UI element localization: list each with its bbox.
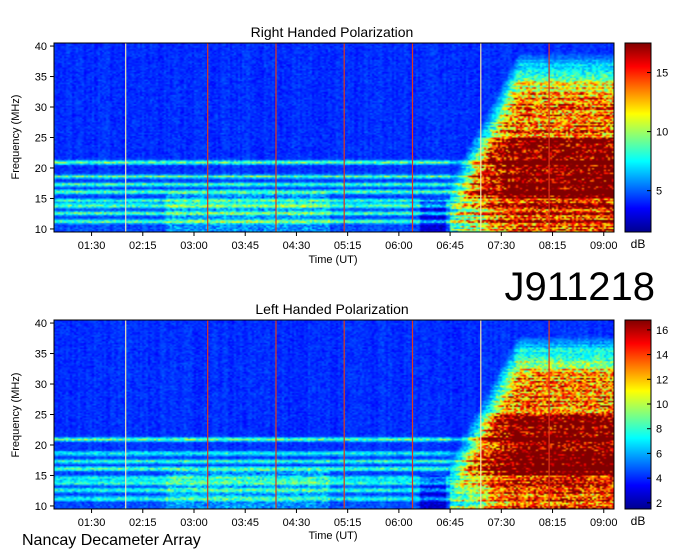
x-tick-label: 06:45 [436, 517, 464, 529]
panel-left-handed: Left Handed Polarization Frequency (MHz)… [10, 301, 668, 542]
chart-title-right: Right Handed Polarization [251, 24, 414, 40]
heatmap-right [53, 42, 615, 233]
colorbar-tick-label: 6 [656, 448, 662, 460]
y-tick-label: 20 [35, 163, 47, 175]
x-tick-label: 05:15 [334, 240, 362, 252]
x-tick-label: 06:00 [385, 517, 413, 529]
x-axis-left: 01:30 02:15 03:00 03:45 04:30 05:15 06:00 06:45… [78, 509, 618, 529]
x-tick-label: 09:00 [590, 517, 618, 529]
x-tick-label: 03:00 [180, 240, 208, 252]
x-tick-label: 07:30 [488, 240, 516, 252]
colorbar-tick-label: 16 [656, 325, 668, 337]
y-axis-label-left: Frequency (MHz) [10, 373, 22, 458]
x-tick-label: 07:30 [488, 517, 516, 529]
x-tick-label: 01:30 [78, 517, 106, 529]
colorbar-gradient-right [624, 42, 652, 233]
x-tick-label: 04:30 [283, 240, 311, 252]
y-tick-label: 25 [35, 410, 47, 422]
colorbar-tick-label: 5 [656, 186, 662, 198]
colorbar-tick-label: 14 [656, 350, 668, 362]
x-tick-label: 08:15 [539, 240, 567, 252]
colorbar-left: 2 4 6 8 10 12 14 16 dB [624, 319, 668, 528]
station-name: Nancay Decameter Array [22, 532, 201, 549]
colorbar-tick-label: 4 [656, 473, 662, 485]
observation-id: J911218 [504, 265, 655, 309]
x-tick-label: 01:30 [78, 240, 106, 252]
colorbar-unit-left: dB [631, 514, 646, 528]
x-axis-label-left: Time (UT) [308, 530, 357, 542]
colorbar-tick-label: 10 [656, 399, 668, 411]
panel-right-handed: Right Handed Polarization Frequency (MHz… [10, 24, 668, 266]
x-tick-label: 08:15 [539, 517, 567, 529]
y-tick-label: 15 [35, 470, 47, 482]
colorbar-right: 5 10 15 dB [624, 42, 668, 251]
y-tick-label: 30 [35, 102, 47, 114]
y-axis-left: 10 15 20 25 30 35 40 [35, 318, 54, 513]
spectrogram-image-left [54, 320, 614, 509]
colorbar-tick-label: 8 [656, 424, 662, 436]
y-tick-label: 40 [35, 41, 47, 53]
x-axis-label-right: Time (UT) [308, 254, 357, 266]
x-axis-right: 01:30 02:15 03:00 03:45 04:30 05:15 06:00 06:45… [78, 232, 618, 252]
x-tick-label: 02:15 [129, 240, 157, 252]
x-tick-label: 02:15 [129, 517, 157, 529]
colorbar-tick-label: 15 [656, 68, 668, 80]
spectrogram-image-right [54, 43, 614, 232]
y-tick-label: 10 [35, 501, 47, 513]
colorbar-gradient-left [624, 319, 652, 510]
y-axis-right: 10 15 20 25 30 35 40 [35, 41, 54, 236]
y-tick-label: 35 [35, 349, 47, 361]
colorbar-unit-right: dB [631, 237, 646, 251]
x-tick-label: 06:45 [436, 240, 464, 252]
x-tick-label: 03:00 [180, 517, 208, 529]
y-tick-label: 35 [35, 72, 47, 84]
y-tick-label: 25 [35, 133, 47, 145]
colorbar-tick-label: 2 [656, 498, 662, 510]
y-tick-label: 10 [35, 224, 47, 236]
colorbar-tick-label: 10 [656, 127, 668, 139]
x-tick-label: 09:00 [590, 240, 618, 252]
y-tick-label: 20 [35, 440, 47, 452]
chart-title-left: Left Handed Polarization [255, 301, 408, 317]
x-tick-label: 04:30 [283, 517, 311, 529]
x-tick-label: 06:00 [385, 240, 413, 252]
colorbar-tick-label: 12 [656, 374, 668, 386]
y-tick-label: 40 [35, 318, 47, 330]
y-axis-label-right: Frequency (MHz) [10, 95, 22, 180]
y-tick-label: 30 [35, 379, 47, 391]
dynamic-spectrum-figure: Right Handed Polarization Frequency (MHz… [10, 24, 668, 549]
x-tick-label: 03:45 [231, 240, 259, 252]
heatmap-left [53, 319, 615, 510]
x-tick-label: 03:45 [231, 517, 259, 529]
x-tick-label: 05:15 [334, 517, 362, 529]
y-tick-label: 15 [35, 193, 47, 205]
